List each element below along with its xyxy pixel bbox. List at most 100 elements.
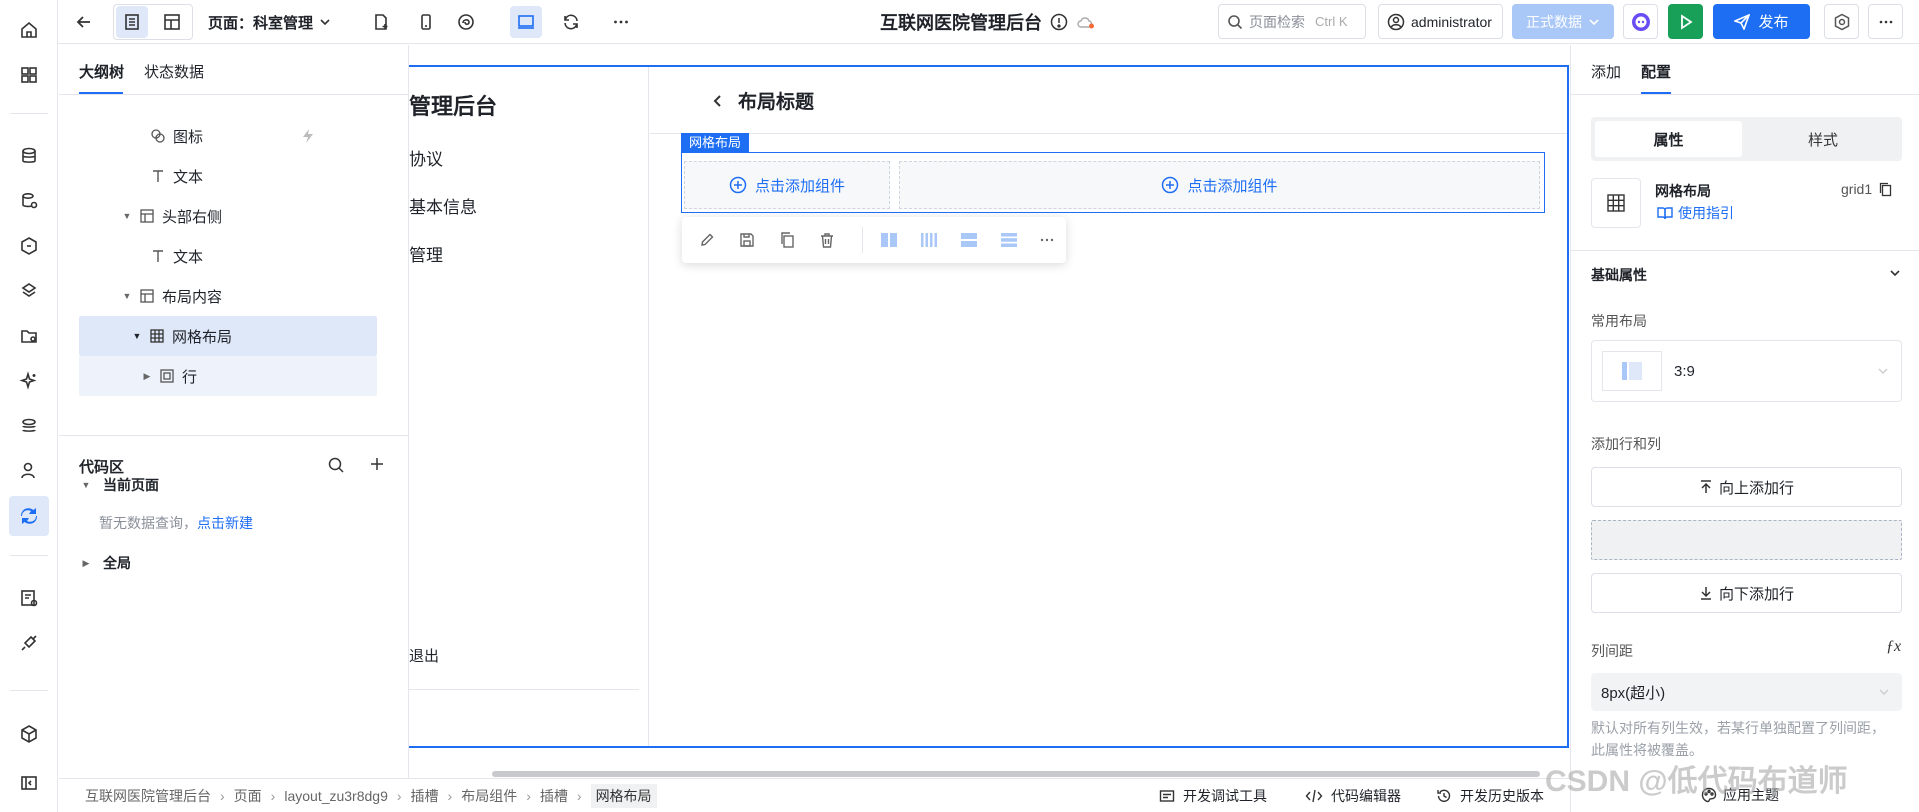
info-icon[interactable] [1050, 13, 1068, 31]
four-column-layout-icon[interactable] [918, 229, 940, 251]
more-icon[interactable] [605, 6, 637, 38]
save-icon[interactable] [736, 229, 758, 251]
tree-node[interactable]: 文本 [79, 156, 377, 196]
segment-properties[interactable]: 属性 [1595, 121, 1742, 157]
edit-pencil-icon[interactable] [696, 229, 718, 251]
tree-node[interactable]: 图标 [79, 116, 377, 156]
data-source-icon[interactable] [9, 181, 49, 221]
collapse-panel-icon[interactable] [9, 763, 49, 803]
apps-grid-icon[interactable] [9, 55, 49, 95]
grid-cell-add-component[interactable]: 点击添加组件 [684, 161, 890, 209]
copy-icon[interactable] [776, 229, 798, 251]
preview-menu-item[interactable]: 基本信息 [409, 193, 477, 218]
history-clock-icon [1436, 788, 1452, 804]
breadcrumb-item[interactable]: 插槽 [540, 786, 568, 806]
section-basic-title[interactable]: 基础属性 [1591, 265, 1647, 285]
preview-logout[interactable]: 退出 [409, 645, 439, 666]
outline-view-icon[interactable] [116, 6, 148, 38]
new-page-icon[interactable] [365, 6, 397, 38]
caret-down-icon[interactable]: ▼ [81, 480, 91, 490]
add-row-below-button[interactable]: 向下添加行 [1591, 573, 1902, 613]
breadcrumb-item[interactable]: 布局组件 [461, 786, 517, 806]
settings-list-icon[interactable] [9, 578, 49, 618]
logic-icon[interactable] [9, 226, 49, 266]
tree-node[interactable]: ▼ 头部右侧 [79, 196, 377, 236]
preview-menu-item[interactable]: 协议 [409, 145, 443, 170]
canvas-horizontal-scrollbar[interactable] [492, 771, 1540, 777]
preview-run-button[interactable] [1668, 4, 1703, 39]
dev-history-button[interactable]: 开发历史版本 [1436, 779, 1544, 812]
two-column-layout-icon[interactable] [878, 229, 900, 251]
search-icon[interactable] [327, 456, 345, 474]
folder-icon[interactable] [9, 316, 49, 356]
mobile-device-icon[interactable] [410, 6, 442, 38]
ai-sparkle-icon[interactable] [9, 361, 49, 401]
data-env-select[interactable]: 正式数据 [1512, 4, 1614, 39]
breadcrumb-separator: › [447, 788, 453, 804]
add-row-above-button[interactable]: 向上添加行 [1591, 467, 1902, 507]
breadcrumb-item-current[interactable]: 网格布局 [590, 784, 657, 808]
breadcrumb-item[interactable]: 互联网医院管理后台 [85, 786, 211, 806]
usage-guide-link[interactable]: 使用指引 [1657, 203, 1734, 223]
tree-node-selected[interactable]: ▼ 网格布局 [79, 316, 377, 356]
three-row-layout-icon[interactable] [998, 229, 1020, 251]
grid-layout-selected[interactable]: 点击添加组件 点击添加组件 [681, 152, 1545, 213]
tree-node[interactable]: ▼ 布局内容 [79, 276, 377, 316]
chevron-down-icon[interactable] [1889, 267, 1901, 279]
tree-node[interactable]: ▶ 行 [79, 356, 377, 396]
tab-outline-tree[interactable]: 大纲树 [79, 61, 124, 82]
plugin-icon[interactable] [9, 623, 49, 663]
common-layout-select[interactable]: 3:9 [1591, 340, 1902, 402]
fx-expression-icon[interactable]: ƒx [1886, 638, 1901, 656]
back-arrow-icon[interactable] [68, 6, 100, 38]
code-area-global[interactable]: ▶ 全局 [81, 553, 131, 573]
caret-right-icon[interactable]: ▶ [142, 371, 152, 382]
home-icon[interactable] [9, 10, 49, 50]
database-icon[interactable] [9, 136, 49, 176]
caret-right-icon[interactable]: ▶ [81, 558, 91, 569]
caret-down-icon[interactable]: ▼ [122, 211, 132, 221]
create-query-link[interactable]: 点击新建 [197, 515, 253, 531]
user-menu[interactable]: administrator [1378, 4, 1503, 39]
integration-icon[interactable] [9, 271, 49, 311]
user-permission-icon[interactable] [9, 451, 49, 491]
breadcrumb-item[interactable]: 插槽 [411, 786, 439, 806]
chevron-left-icon[interactable] [712, 94, 724, 108]
tab-add[interactable]: 添加 [1591, 61, 1621, 82]
delete-trash-icon[interactable] [816, 229, 838, 251]
ai-assistant-button[interactable] [1623, 4, 1658, 39]
dev-debug-tool-button[interactable]: 开发调试工具 [1159, 779, 1267, 812]
grid-cell-add-component[interactable]: 点击添加组件 [899, 161, 1540, 209]
caret-down-icon[interactable]: ▼ [122, 291, 132, 301]
code-area-current-page[interactable]: ▼ 当前页面 [81, 475, 159, 495]
plus-icon[interactable] [369, 456, 385, 472]
code-sync-icon[interactable] [9, 496, 49, 536]
breadcrumb-item[interactable]: 页面 [234, 786, 262, 806]
package-icon[interactable] [9, 714, 49, 754]
tab-config[interactable]: 配置 [1641, 61, 1671, 82]
col-gap-select[interactable]: 8px(超小) [1591, 673, 1902, 711]
preview-menu-item[interactable]: 管理 [409, 241, 443, 266]
caret-down-icon[interactable]: ▼ [132, 331, 142, 341]
two-row-layout-icon[interactable] [958, 229, 980, 251]
breadcrumb-item[interactable]: layout_zu3r8dg9 [284, 788, 388, 804]
code-editor-button[interactable]: 代码编辑器 [1305, 779, 1401, 812]
more-actions-button[interactable] [1868, 4, 1903, 39]
page-search-input[interactable]: 页面检索 Ctrl K [1218, 4, 1366, 39]
copy-icon[interactable] [1878, 182, 1893, 197]
refresh-icon[interactable] [555, 6, 587, 38]
miniprogram-icon[interactable] [450, 6, 482, 38]
publish-button[interactable]: 发布 [1713, 4, 1810, 39]
tab-state-data[interactable]: 状态数据 [144, 61, 204, 82]
settings-button[interactable] [1824, 4, 1859, 39]
page-selector[interactable]: 页面：科室管理 [208, 0, 331, 44]
dev-debug-tool-label: 开发调试工具 [1183, 788, 1267, 804]
more-icon[interactable] [1036, 229, 1058, 251]
desktop-device-icon[interactable] [510, 6, 542, 38]
layers-icon[interactable] [9, 406, 49, 446]
layout-view-icon[interactable] [156, 6, 188, 38]
segment-style[interactable]: 样式 [1748, 121, 1898, 157]
design-canvas[interactable]: 管理后台 协议 基本信息 管理 退出 布局标题 网格布局 点击添加组件 点击添加… [409, 65, 1569, 748]
lightning-icon[interactable] [300, 128, 316, 144]
tree-node[interactable]: 文本 [79, 236, 377, 276]
